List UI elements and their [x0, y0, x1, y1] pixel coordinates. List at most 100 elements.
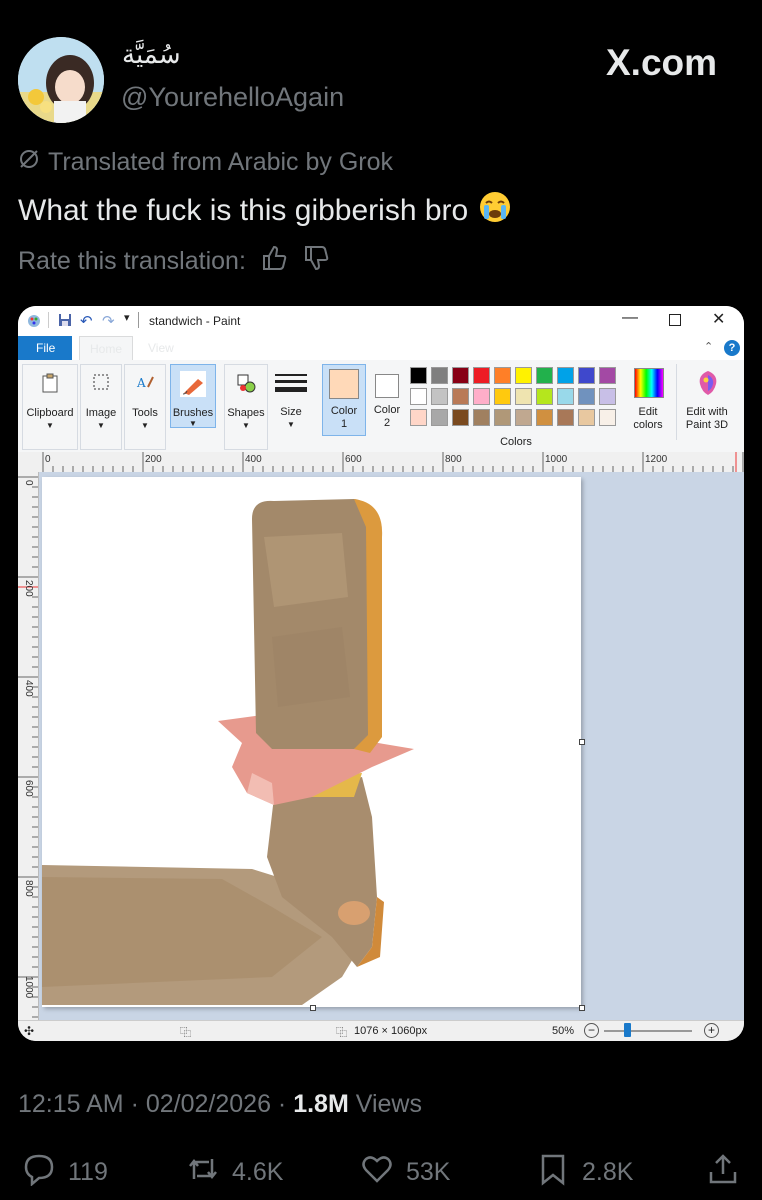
vertical-ruler: 0 200 400 600 800 1000 [18, 472, 39, 1020]
palette-swatch[interactable] [599, 409, 616, 426]
palette-swatch[interactable] [557, 388, 574, 405]
palette-swatch[interactable] [578, 367, 595, 384]
reply-icon [22, 1152, 56, 1193]
paint-window[interactable]: ↶ ↷ ▾ standwich - Paint — ✕ File Home Vi… [18, 306, 744, 1041]
paint-app-icon [26, 313, 42, 332]
palette-swatch[interactable] [536, 409, 553, 426]
palette-swatch[interactable] [578, 409, 595, 426]
zoom-level: 50% [552, 1025, 575, 1037]
workspace[interactable] [18, 472, 744, 1020]
tweet-body: What the fuck is this gibberish bro [18, 194, 469, 227]
text-tool-icon: A [136, 373, 156, 394]
palette-swatch[interactable] [515, 388, 532, 405]
repost-count: 4.6K [232, 1158, 284, 1186]
tab-home[interactable]: Home [79, 336, 134, 361]
line-size-icon [275, 372, 307, 397]
ruler-h-label: 800 [445, 454, 462, 465]
customize-toolbar-icon[interactable]: ▾ [124, 311, 130, 324]
palette-swatch[interactable] [515, 367, 532, 384]
edit-colors-label-1: Edit [638, 406, 658, 418]
palette-swatch[interactable] [410, 409, 427, 426]
palette-swatch[interactable] [578, 388, 595, 405]
shapes-button[interactable]: Shapes ▼ [224, 364, 268, 450]
minimize-button[interactable]: — [622, 309, 638, 327]
collapse-ribbon-icon[interactable]: ⌃ [704, 340, 713, 353]
image-button[interactable]: Image ▼ [80, 364, 122, 450]
palette-swatch[interactable] [599, 388, 616, 405]
edit-with-paint3d-button[interactable]: Edit with Paint 3D [676, 364, 737, 440]
resize-handle[interactable] [579, 1005, 585, 1011]
author-handle[interactable]: @YourehelloAgain [121, 82, 344, 113]
tools-button[interactable]: A Tools ▼ [124, 364, 166, 450]
palette-swatch[interactable] [536, 367, 553, 384]
color2-number: 2 [383, 417, 391, 429]
palette-swatch[interactable] [515, 409, 532, 426]
palette-swatch[interactable] [410, 367, 427, 384]
color1-swatch [329, 369, 359, 399]
ruler-h-label: 200 [145, 454, 162, 465]
palette-swatch[interactable] [431, 388, 448, 405]
palette-swatch[interactable] [452, 409, 469, 426]
palette-swatch[interactable] [557, 367, 574, 384]
help-icon[interactable]: ? [724, 340, 740, 356]
palette-swatch[interactable] [557, 409, 574, 426]
palette-swatch[interactable] [494, 388, 511, 405]
chevron-down-icon: ▼ [46, 421, 54, 430]
palette-swatch[interactable] [473, 388, 490, 405]
clipboard-icon [41, 373, 59, 396]
tweet-timestamp[interactable]: 12:15 AM · 02/02/2026 · [18, 1090, 293, 1118]
chevron-down-icon: ▼ [242, 421, 250, 430]
zoom-slider[interactable] [604, 1030, 692, 1032]
palette-swatch[interactable] [599, 367, 616, 384]
clipboard-button[interactable]: Clipboard ▼ [22, 364, 78, 450]
tab-view[interactable]: View [138, 336, 184, 360]
rate-label: Rate this translation: [18, 247, 246, 275]
palette-swatch[interactable] [452, 388, 469, 405]
palette-swatch[interactable] [473, 367, 490, 384]
zoom-in-button[interactable]: + [704, 1023, 719, 1038]
size-button[interactable]: Size ▼ [272, 364, 310, 448]
share-button[interactable] [706, 1152, 740, 1193]
palette-swatch[interactable] [494, 409, 511, 426]
resize-handle[interactable] [310, 1005, 316, 1011]
redo-icon[interactable]: ↷ [102, 312, 115, 330]
resize-handle[interactable] [579, 739, 585, 745]
color2-button[interactable]: Color 2 [368, 364, 406, 434]
palette-swatch[interactable] [494, 367, 511, 384]
palette-swatch[interactable] [431, 367, 448, 384]
palette-swatch[interactable] [473, 409, 490, 426]
palette-swatch[interactable] [431, 409, 448, 426]
translation-note: Translated from Arabic by Grok [18, 148, 393, 177]
ruler-h-label: 400 [245, 454, 262, 465]
bookmark-count: 2.8K [582, 1158, 634, 1186]
tab-file[interactable]: File [18, 336, 72, 360]
image-size-text: 1076 × 1060px [354, 1025, 428, 1037]
views-count: 1.8M [293, 1090, 349, 1118]
like-button[interactable]: 53K [360, 1152, 450, 1193]
undo-icon[interactable]: ↶ [80, 312, 93, 330]
tweet-text: What the fuck is this gibberish bro [18, 190, 512, 232]
save-icon[interactable] [58, 313, 72, 330]
close-button[interactable]: ✕ [712, 309, 725, 329]
brushes-button[interactable]: Brushes ▼ [170, 364, 216, 428]
shapes-icon [236, 373, 256, 396]
edit-colors-button[interactable]: Edit colors [628, 364, 668, 440]
repost-button[interactable]: 4.6K [186, 1152, 283, 1193]
maximize-button[interactable] [669, 314, 681, 326]
palette-swatch[interactable] [452, 367, 469, 384]
share-icon [706, 1152, 740, 1193]
drawing-canvas[interactable] [42, 477, 585, 1011]
reply-button[interactable]: 119 [22, 1152, 108, 1193]
zoom-out-button[interactable]: − [584, 1023, 599, 1038]
bookmark-button[interactable]: 2.8K [536, 1152, 633, 1193]
color1-button[interactable]: Color 1 [322, 364, 366, 436]
zoom-slider-thumb[interactable] [624, 1023, 631, 1037]
image-label: Image [85, 407, 117, 419]
palette-swatch[interactable] [536, 388, 553, 405]
palette-swatch[interactable] [410, 388, 427, 405]
like-count: 53K [406, 1158, 451, 1186]
thumbs-down-icon[interactable] [302, 244, 330, 279]
thumbs-up-icon[interactable] [260, 244, 288, 279]
avatar[interactable] [18, 37, 104, 123]
author-display-name[interactable]: سُمَيَّة [122, 40, 181, 70]
